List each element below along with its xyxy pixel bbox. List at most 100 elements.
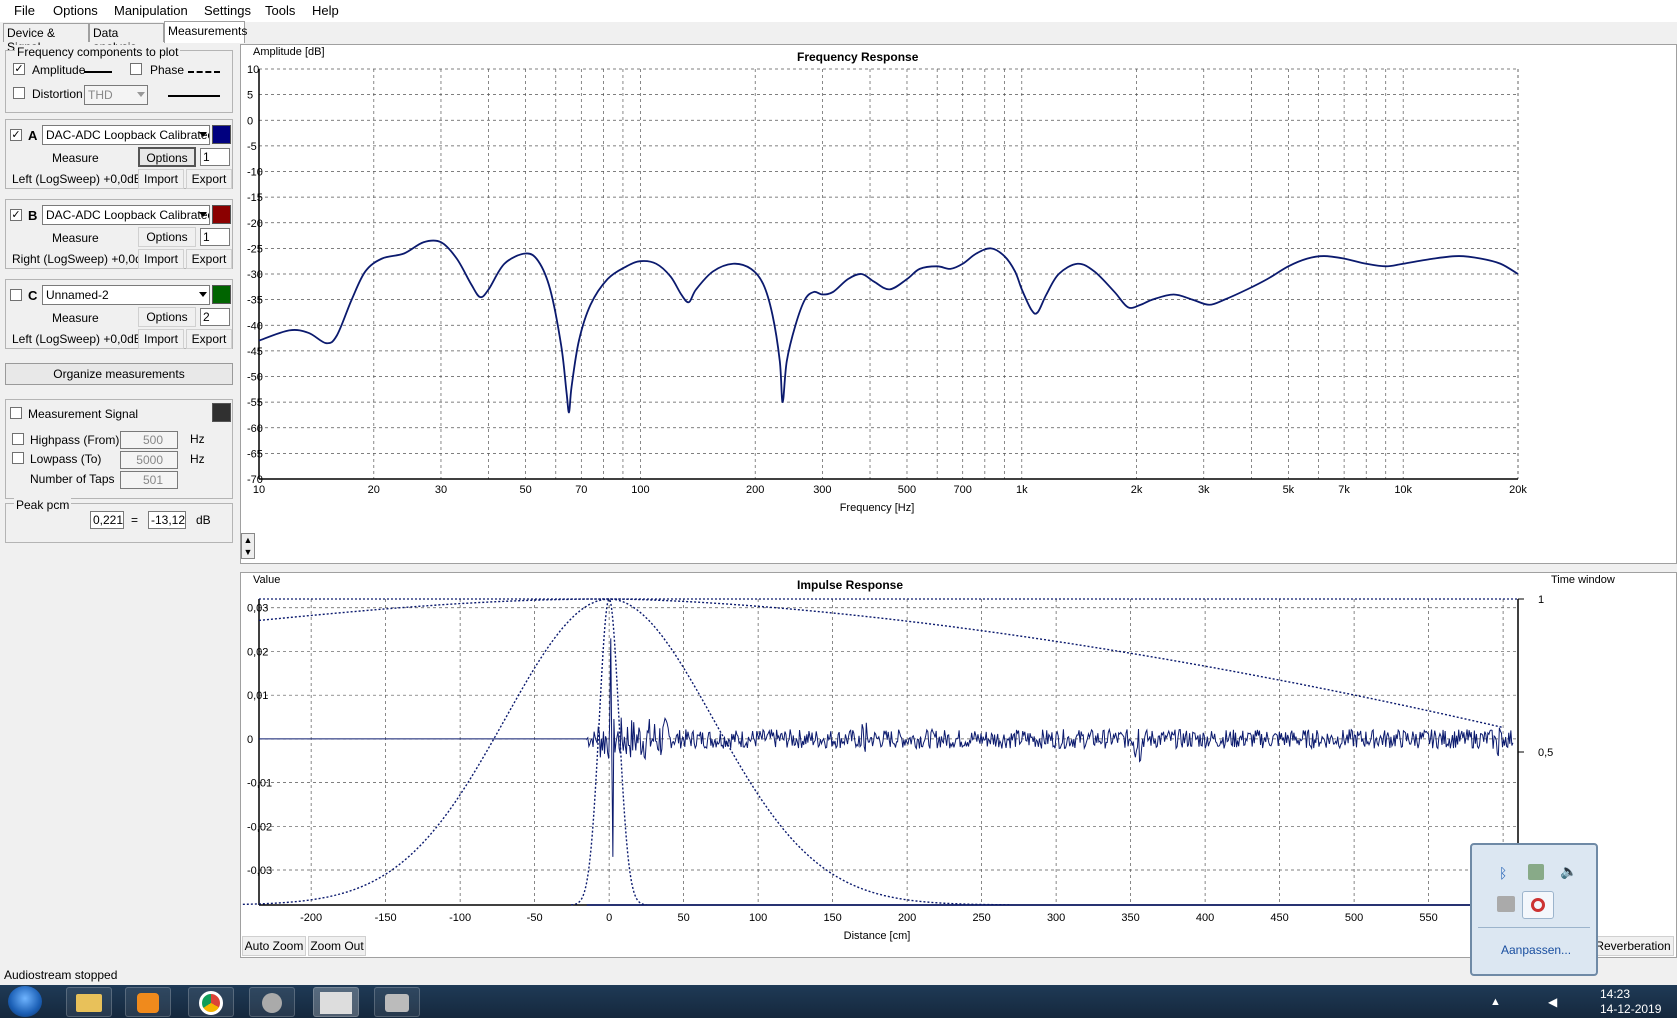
measurement-c-measure[interactable]: Measure <box>52 311 99 325</box>
lowpass-input[interactable]: 5000 <box>120 451 178 469</box>
freq-xtick-label: 70 <box>575 484 587 496</box>
chrome-taskbar-icon[interactable] <box>188 987 234 1017</box>
freq-ytick-label: 5 <box>247 90 253 102</box>
measurement-signal-color[interactable] <box>212 403 231 422</box>
safely-remove-tray-icon[interactable] <box>1528 864 1544 880</box>
holm-impulse-taskbar-icon[interactable] <box>313 987 359 1017</box>
lowpass-checkbox[interactable] <box>12 452 24 464</box>
speaker-app-taskbar-icon[interactable] <box>249 987 295 1017</box>
freq-ytick-label: -55 <box>247 397 263 409</box>
freq-ytick-label: -20 <box>247 218 263 230</box>
camera-taskbar-icon[interactable] <box>374 987 420 1017</box>
peak-value: 0,221 <box>90 511 124 529</box>
measurement-c-options-button[interactable]: Options <box>138 307 196 327</box>
menu-help[interactable]: Help <box>312 3 339 18</box>
freq-ytick-label: -35 <box>247 295 263 307</box>
distortion-checkbox[interactable] <box>13 87 25 99</box>
bluetooth-tray-icon[interactable]: ᛒ <box>1499 865 1515 881</box>
freq-ytick-label: -10 <box>247 167 263 179</box>
freq-xtick-label: 30 <box>435 484 447 496</box>
media-player-taskbar-icon[interactable] <box>125 987 171 1017</box>
freq-ytick-label: -5 <box>247 141 257 153</box>
phase-label: Phase <box>150 63 185 77</box>
measurement-b-count[interactable]: 1 <box>200 228 230 246</box>
measurement-a-export-button[interactable]: Export <box>186 169 232 189</box>
measurement-a-measure[interactable]: Measure <box>52 151 99 165</box>
imp-xtick-label: 300 <box>1047 912 1065 924</box>
freq-xtick-label: 2k <box>1131 484 1143 496</box>
customize-link[interactable]: Aanpassen... <box>1501 943 1571 957</box>
tab-device-signal[interactable]: Device & Signal <box>3 23 89 54</box>
measurement-b-measure[interactable]: Measure <box>52 231 99 245</box>
freq-xtick-label: 7k <box>1338 484 1350 496</box>
measurement-a-checkbox[interactable]: ✓ <box>10 129 22 141</box>
measurement-a-color[interactable] <box>212 125 231 144</box>
measurement-a-select[interactable]: DAC-ADC Loopback Calibratec <box>42 125 210 145</box>
zoom-out-button[interactable]: Zoom Out <box>308 936 366 956</box>
measurement-c-checkbox[interactable] <box>10 289 22 301</box>
frequency-response-ylabel: Amplitude [dB] <box>253 46 325 58</box>
impulse-response-y2label: Time window <box>1551 574 1615 586</box>
freq-ytick-label: -60 <box>247 423 263 435</box>
peak-unit: dB <box>196 513 211 527</box>
network-tray-icon[interactable] <box>1522 891 1554 919</box>
measurement-c-import-button[interactable]: Import <box>138 329 184 349</box>
highpass-input[interactable]: 500 <box>120 431 178 449</box>
measurement-c-export-button[interactable]: Export <box>186 329 232 349</box>
auto-zoom-button[interactable]: Auto Zoom <box>242 936 306 956</box>
taps-input[interactable]: 501 <box>120 471 178 489</box>
menu-options[interactable]: Options <box>53 3 98 18</box>
start-orb-icon[interactable] <box>8 986 42 1017</box>
distortion-select[interactable]: THD <box>84 85 148 105</box>
highpass-checkbox[interactable] <box>12 433 24 445</box>
measurement-a-options-button[interactable]: Options <box>138 147 196 167</box>
highpass-label: Highpass (From) <box>30 433 120 447</box>
measurement-c-count[interactable]: 2 <box>200 308 230 326</box>
measurement-a-channel: Left (LogSweep) +0,0dB <box>12 172 142 186</box>
tab-measurements[interactable]: Measurements <box>164 21 247 43</box>
freq-xtick-label: 200 <box>746 484 764 496</box>
measurement-b-select[interactable]: DAC-ADC Loopback Calibratec <box>42 205 210 225</box>
measurement-b-color[interactable] <box>212 205 231 224</box>
speaker-tray-icon[interactable]: 🔈 <box>1560 863 1577 880</box>
freq-ytick-label: -65 <box>247 448 263 460</box>
freq-ytick-label: 0 <box>247 115 253 127</box>
show-hidden-icons-icon[interactable]: ▲ <box>1490 996 1501 1008</box>
phase-checkbox[interactable] <box>130 63 142 75</box>
freq-xtick-label: 20 <box>368 484 380 496</box>
measurement-b-export-button[interactable]: Export <box>186 249 232 269</box>
measurement-signal-checkbox[interactable] <box>10 407 22 419</box>
freq-xtick-label: 10k <box>1394 484 1412 496</box>
measurement-a-count[interactable]: 1 <box>200 148 230 166</box>
menu-settings[interactable]: Settings <box>204 3 251 18</box>
splitter-arrows[interactable]: ▲ ▼ <box>241 533 255 559</box>
freq-xtick-label: 100 <box>631 484 649 496</box>
menu-manipulation[interactable]: Manipulation <box>114 3 188 18</box>
clock-date[interactable]: 14-12-2019 <box>1600 1002 1661 1016</box>
volume-tray-icon[interactable]: ◀ <box>1548 995 1557 1009</box>
tab-data-analysis[interactable]: Data analysis <box>89 23 164 54</box>
distortion-line-style <box>168 95 220 97</box>
imp-xtick-label: 150 <box>823 912 841 924</box>
measurement-b-checkbox[interactable]: ✓ <box>10 209 22 221</box>
measurement-a-letter: A <box>28 128 38 143</box>
measurement-b-import-button[interactable]: Import <box>138 249 184 269</box>
measurement-b-options-button[interactable]: Options <box>138 227 196 247</box>
freq-xtick-label: 1k <box>1016 484 1028 496</box>
device-tray-icon[interactable] <box>1497 896 1515 912</box>
impulse-response-chart: Impulse Response Value Time window -200 -150… <box>206 574 1615 942</box>
organize-measurements-button[interactable]: Organize measurements <box>5 363 233 385</box>
freq-ytick-label: -25 <box>247 243 263 255</box>
measurement-c-color[interactable] <box>212 285 231 304</box>
imp-ytick-label: 0,03 <box>247 603 268 615</box>
menu-file[interactable]: File <box>14 3 35 18</box>
imp-ytick-label: 0 <box>247 734 253 746</box>
menu-tools[interactable]: Tools <box>265 3 295 18</box>
reverberation-button[interactable]: Reverberation <box>1592 936 1674 956</box>
impulse-response-panel: Impulse Response Value Time window -200 -150… <box>206 572 1677 958</box>
measurement-a-import-button[interactable]: Import <box>138 169 184 189</box>
clock-time[interactable]: 14:23 <box>1600 987 1630 1001</box>
amplitude-checkbox[interactable]: ✓ <box>13 63 25 75</box>
explorer-taskbar-icon[interactable] <box>66 987 112 1017</box>
measurement-c-select[interactable]: Unnamed-2 <box>42 285 210 305</box>
